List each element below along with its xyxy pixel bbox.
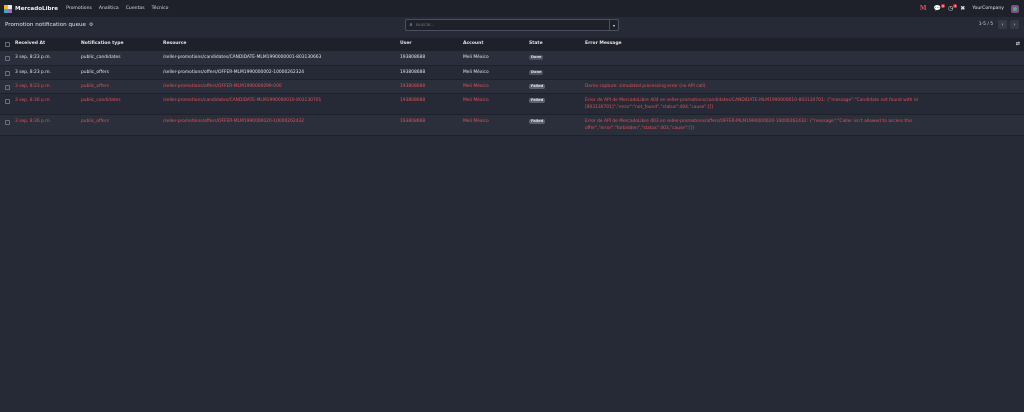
activity-clock-icon[interactable]: ◷ 4 [948,3,958,12]
menu-item-tecnico[interactable]: Técnico [152,6,169,11]
table-row[interactable]: 3 sep, 8:23 p.m. public_offers /seller-p… [0,66,1024,80]
cell-account: Meli México [463,84,489,89]
menu-item-analitica[interactable]: Analítica [99,6,119,11]
debug-tools-icon[interactable]: ✖ [960,5,965,12]
search-options-toggle[interactable]: ▾ [609,20,618,30]
user-avatar[interactable] [1011,4,1019,13]
col-notification-type[interactable]: Notification type [81,41,163,48]
select-all-checkbox[interactable] [5,42,10,47]
cell-user: 193808688 [400,70,426,75]
menu-item-promotions[interactable]: Promotions [66,6,92,11]
activity-badge: 4 [953,3,958,8]
company-switcher[interactable]: YourCompany [972,6,1004,11]
pager-value[interactable]: 1-5 / 5 [979,22,993,27]
table-row[interactable]: 3 sep, 8:23 p.m. public_candidates /sell… [0,51,1024,66]
cell-error-message [585,51,1015,55]
cell-resource: /seller-promotions/offers/OFFER-MLM19900… [163,70,305,75]
cell-resource: /seller-promotions/candidates/CANDIDATE-… [163,55,322,60]
pager-previous-button[interactable]: ‹ [998,20,1007,29]
cell-error-message: Error de API de MercadoLibre 404 en sell… [585,98,918,110]
control-panel: Promotion notification queue ⚙ ⌕ ▾ 1-5 /… [0,17,1024,35]
cell-received-at: 3 sep, 8:36 p.m. [15,119,51,124]
cell-notification-type: public_offers [81,70,109,75]
col-account[interactable]: Account [463,41,529,48]
cell-received-at: 3 sep, 8:36 p.m. [15,98,51,103]
row-checkbox[interactable] [5,119,10,125]
cell-notification-type: public_candidates [81,55,121,60]
cell-user: 193808688 [400,98,426,103]
cell-user: 193808688 [400,55,426,60]
brand[interactable]: MercadoLibre [4,4,59,13]
brand-name: MercadoLibre [15,5,59,12]
cell-user: 193808688 [400,84,426,89]
pager: 1-5 / 5 ‹ › [979,20,1019,29]
cell-resource: /seller-promotions/offers/OFFER-MLM19900… [163,119,305,124]
notification-table: Received At Notification type Resource U… [0,38,1024,136]
systray: M 💬 6 ◷ 4 ✖ YourCompany [920,0,1019,17]
column-settings-icon[interactable]: ⇄ [1016,41,1020,47]
table-row[interactable]: 3 sep, 8:36 p.m. public_candidates /sell… [0,94,1024,115]
row-checkbox[interactable] [5,70,10,76]
cell-received-at: 3 sep, 8:23 p.m. [15,84,51,89]
table-row[interactable]: 3 sep, 8:23 p.m. public_offers /seller-p… [0,80,1024,94]
main-menu: Promotions Analítica Cuentas Técnico [66,6,168,11]
col-state[interactable]: State [529,41,585,48]
col-resource[interactable]: Resource [163,41,400,48]
cell-notification-type: public_candidates [81,98,121,103]
col-error-message[interactable]: Error Message [585,41,1015,48]
cell-notification-type: public_offers [81,119,109,124]
cell-resource: /seller-promotions/offers/OFFER-MLM19900… [163,84,282,89]
status-badge: Failed [529,119,546,124]
cell-error-message: Demo capture: simulated processing error… [585,84,707,89]
menu-item-cuentas[interactable]: Cuentas [126,6,145,11]
cell-error-message: Error de API de MercadoLibre 403 en sell… [585,119,913,131]
app-logo-icon [4,4,12,13]
chat-icon[interactable]: 💬 6 [934,3,946,12]
status-badge: Done [529,70,544,75]
gear-icon[interactable]: ⚙ [89,22,93,28]
table-header: Received At Notification type Resource U… [0,38,1024,51]
cell-account: Meli México [463,70,489,75]
cell-received-at: 3 sep, 8:23 p.m. [15,70,51,75]
top-navbar: MercadoLibre Promotions Analítica Cuenta… [0,0,1024,17]
cell-notification-type: public_offers [81,84,109,89]
select-all-cell [0,42,15,47]
search-bar: ⌕ ▾ [405,19,619,31]
row-checkbox[interactable] [5,98,10,104]
cell-received-at: 3 sep, 8:23 p.m. [15,55,51,60]
breadcrumb: Promotion notification queue ⚙ [5,22,93,28]
row-checkbox[interactable] [5,55,10,61]
gmail-icon[interactable]: M [920,5,927,12]
col-user[interactable]: User [400,41,463,48]
search-input[interactable] [416,20,609,30]
col-received-at[interactable]: Received At [15,41,81,48]
page-title: Promotion notification queue [5,22,86,28]
pager-next-button[interactable]: › [1010,20,1019,29]
row-checkbox[interactable] [5,84,10,90]
search-icon: ⌕ [409,22,413,28]
status-badge: Failed [529,84,546,89]
status-badge: Failed [529,98,546,103]
cell-resource: /seller-promotions/candidates/CANDIDATE-… [163,98,322,103]
cell-account: Meli México [463,119,489,124]
table-row[interactable]: 3 sep, 8:36 p.m. public_offers /seller-p… [0,115,1024,136]
chat-badge: 6 [941,3,946,8]
cell-user: 193808688 [400,119,426,124]
cell-account: Meli México [463,55,489,60]
cell-error-message [585,66,1015,70]
cell-account: Meli México [463,98,489,103]
status-badge: Done [529,55,544,60]
